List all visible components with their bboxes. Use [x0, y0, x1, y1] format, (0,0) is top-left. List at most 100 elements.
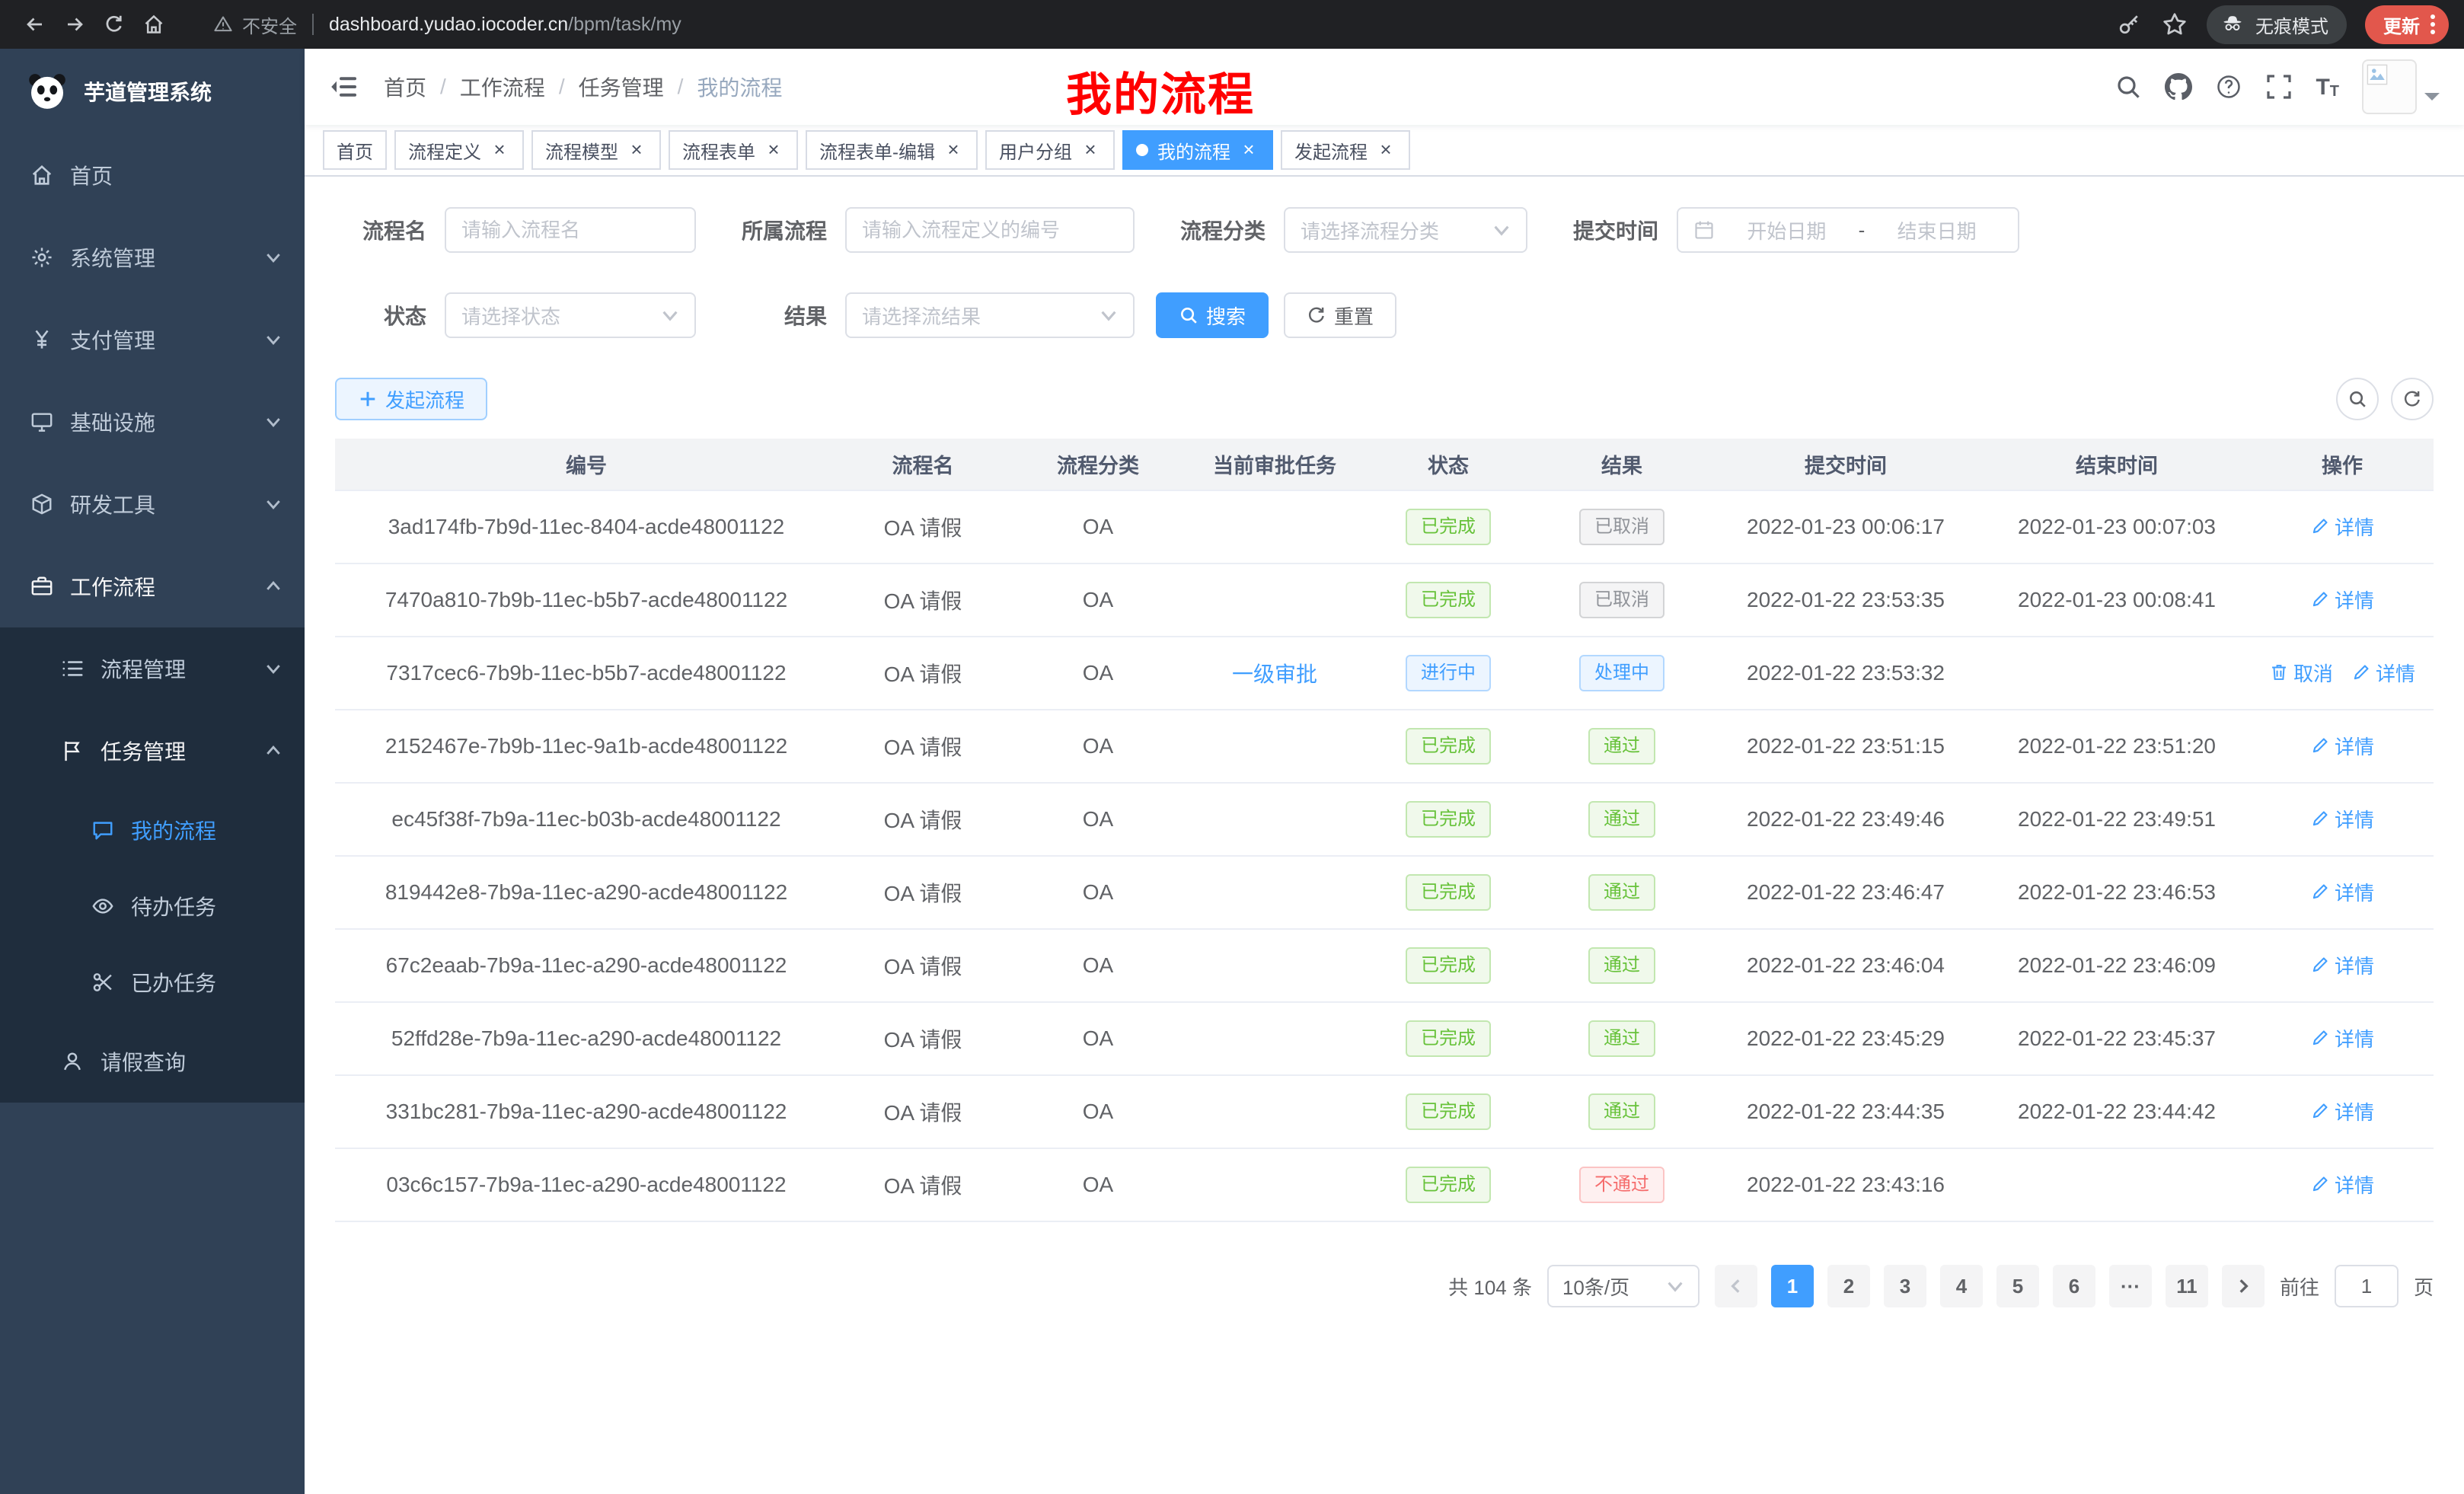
close-icon[interactable]: × [763, 139, 784, 161]
search-icon[interactable] [2115, 73, 2142, 101]
close-icon[interactable]: × [943, 139, 964, 161]
result-label: 结果 [717, 300, 827, 330]
cell-id: 3ad174fb-7b9d-11ec-8404-acde48001122 [335, 490, 838, 563]
cell-status: 进行中 [1361, 637, 1535, 710]
address-bar[interactable]: dashboard.yudao.iocoder.cn/bpm/task/my [329, 14, 681, 36]
cell-result: 通过 [1535, 710, 1709, 783]
sidebar-item-dev-tools[interactable]: 研发工具 [0, 463, 305, 545]
tab-home[interactable]: 首页 [323, 130, 387, 170]
page-button-5[interactable]: 5 [1996, 1265, 2039, 1307]
cell-current-task [1188, 1075, 1361, 1148]
toggle-search-button[interactable] [2336, 378, 2379, 420]
current-task-link[interactable]: 一级审批 [1232, 662, 1317, 686]
sidebar-item-process-management[interactable]: 流程管理 [0, 627, 305, 710]
hamburger-icon[interactable] [329, 72, 359, 102]
tab-process-form-edit[interactable]: 流程表单-编辑× [806, 130, 978, 170]
detail-button[interactable]: 详情 [2310, 878, 2374, 906]
browser-reload-button[interactable] [94, 5, 134, 44]
page-size-select[interactable]: 10条/页 [1547, 1265, 1700, 1307]
cell-status: 已完成 [1361, 1075, 1535, 1148]
detail-button[interactable]: 详情 [2310, 1170, 2374, 1199]
category-select[interactable]: 请选择流程分类 [1284, 207, 1527, 253]
cell-category: OA [1008, 783, 1188, 856]
fullscreen-icon[interactable] [2265, 73, 2293, 101]
github-icon[interactable] [2165, 73, 2192, 101]
avatar-menu[interactable] [2362, 59, 2440, 114]
page-button-3[interactable]: 3 [1884, 1265, 1926, 1307]
start-process-button[interactable]: 发起流程 [335, 378, 487, 420]
browser-forward-button[interactable] [55, 5, 94, 44]
result-badge: 处理中 [1579, 655, 1664, 691]
key-icon[interactable] [2115, 11, 2143, 38]
tab-label: 我的流程 [1157, 137, 1230, 164]
tab-label: 流程表单 [682, 137, 755, 164]
refresh-button[interactable] [2391, 378, 2434, 420]
divider [312, 14, 314, 35]
sidebar-item-todo-tasks[interactable]: 待办任务 [0, 868, 305, 944]
chevron-down-icon [265, 496, 282, 512]
page-button-11[interactable]: 11 [2166, 1265, 2208, 1307]
prev-page-button[interactable] [1715, 1265, 1757, 1307]
sidebar-item-workflow[interactable]: 工作流程 [0, 545, 305, 627]
browser-home-button[interactable] [134, 5, 174, 44]
close-icon[interactable]: × [1080, 139, 1101, 161]
cancel-button[interactable]: 取消 [2269, 659, 2333, 687]
process-def-input[interactable] [845, 207, 1135, 253]
bookmark-star-icon[interactable] [2161, 11, 2188, 38]
close-icon[interactable]: × [1238, 139, 1259, 161]
cell-category: OA [1008, 1002, 1188, 1075]
close-icon[interactable]: × [626, 139, 647, 161]
detail-button[interactable]: 详情 [2310, 512, 2374, 541]
sidebar-item-payment-management[interactable]: 支付管理 [0, 298, 305, 381]
kebab-menu-icon[interactable] [2430, 14, 2435, 34]
help-icon[interactable] [2215, 73, 2242, 101]
tab-my-process[interactable]: 我的流程 × [1122, 130, 1273, 170]
sidebar-item-done-tasks[interactable]: 已办任务 [0, 944, 305, 1020]
cell-current-task: 一级审批 [1188, 637, 1361, 710]
sidebar-item-home[interactable]: 首页 [0, 134, 305, 216]
sidebar-item-label: 系统管理 [70, 242, 155, 273]
sidebar-item-system-management[interactable]: 系统管理 [0, 216, 305, 298]
detail-button[interactable]: 详情 [2310, 805, 2374, 833]
browser-update-button[interactable]: 更新 [2365, 5, 2449, 44]
detail-button[interactable]: 详情 [2310, 1024, 2374, 1052]
tab-process-model[interactable]: 流程模型× [531, 130, 661, 170]
status-select[interactable]: 请选择状态 [445, 292, 696, 338]
detail-button[interactable]: 详情 [2310, 732, 2374, 760]
process-name-input[interactable] [445, 207, 696, 253]
page-button-6[interactable]: 6 [2053, 1265, 2095, 1307]
goto-page-input[interactable] [2335, 1265, 2399, 1307]
tab-process-form[interactable]: 流程表单 × [669, 130, 798, 170]
sidebar-item-task-management[interactable]: 任务管理 [0, 710, 305, 792]
page-button-1[interactable]: 1 [1771, 1265, 1814, 1307]
submit-time-range-picker[interactable]: 开始日期 - 结束日期 [1677, 207, 2019, 253]
more-pages-button[interactable]: ··· [2109, 1265, 2152, 1307]
detail-button[interactable]: 详情 [2351, 659, 2415, 687]
font-size-icon[interactable]: TT [2316, 73, 2339, 101]
breadcrumb-item-home[interactable]: 首页 [384, 72, 426, 102]
search-button[interactable]: 搜索 [1156, 292, 1269, 338]
result-badge: 通过 [1588, 801, 1655, 838]
page-button-4[interactable]: 4 [1940, 1265, 1983, 1307]
tab-process-definition[interactable]: 流程定义× [394, 130, 524, 170]
logo[interactable]: 芋道管理系统 [0, 49, 305, 134]
detail-button[interactable]: 详情 [2310, 586, 2374, 614]
page-button-2[interactable]: 2 [1827, 1265, 1870, 1307]
url-path: /bpm/task/my [568, 14, 681, 36]
reset-button[interactable]: 重置 [1284, 292, 1396, 338]
site-security-chip[interactable]: 不安全 [213, 11, 297, 38]
sidebar-item-infrastructure[interactable]: 基础设施 [0, 381, 305, 463]
next-page-button[interactable] [2222, 1265, 2265, 1307]
tab-user-group[interactable]: 用户分组× [985, 130, 1115, 170]
browser-back-button[interactable] [15, 5, 55, 44]
sidebar-item-my-process[interactable]: 我的流程 [0, 792, 305, 868]
close-icon[interactable]: × [1375, 139, 1396, 161]
detail-button[interactable]: 详情 [2310, 951, 2374, 979]
result-select[interactable]: 请选择流结果 [845, 292, 1135, 338]
detail-button[interactable]: 详情 [2310, 1097, 2374, 1125]
tab-start-process[interactable]: 发起流程× [1281, 130, 1410, 170]
incognito-badge[interactable]: 无痕模式 [2207, 5, 2347, 44]
cell-submit-time: 2022-01-22 23:53:32 [1709, 637, 1983, 710]
close-icon[interactable]: × [489, 139, 510, 161]
sidebar-item-leave-query[interactable]: 请假查询 [0, 1020, 305, 1103]
